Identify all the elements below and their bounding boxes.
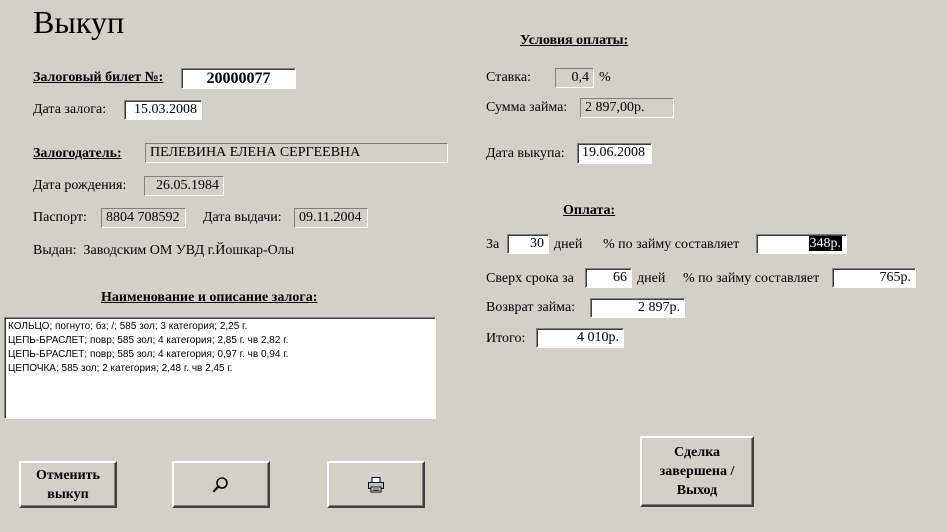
- overdue-days-label: дней: [637, 271, 666, 286]
- item-line: ЦЕПЬ-БРАСЛЕТ; повр; 585 зол; 4 категория…: [8, 349, 289, 360]
- ticket-label: Залоговый билет №:: [33, 70, 164, 85]
- cancel-redeem-button[interactable]: Отменить выкуп: [19, 461, 117, 508]
- redeem-date-label: Дата выкупа:: [486, 146, 565, 161]
- terms-label: Условия оплаты:: [520, 33, 629, 48]
- pledge-date-field[interactable]: 15.03.2008: [124, 100, 202, 120]
- rate-label: Ставка:: [486, 70, 531, 85]
- rate-unit: %: [599, 70, 611, 85]
- items-memo[interactable]: КОЛЬЦО; погнуто; бз; /; 585 зол; 3 катег…: [4, 317, 436, 419]
- loan-label: Сумма займа:: [486, 100, 568, 115]
- issued-by-text: Выдан: Заводским ОМ УВД г.Йошкар-Олы: [33, 243, 295, 258]
- overdue-label: Сверх срока за: [486, 271, 574, 286]
- redeem-date-field[interactable]: 19.06.2008: [577, 143, 652, 164]
- birth-date-field[interactable]: 26.05.1984: [144, 176, 224, 196]
- finish-exit-label: Сделка завершена / Выход: [659, 445, 735, 498]
- ticket-number-field[interactable]: 20000077: [181, 68, 296, 89]
- interest-field[interactable]: 348р.: [756, 234, 847, 254]
- pledger-name-field[interactable]: ПЕЛЕВИНА ЕЛЕНА СЕРГЕЕВНА: [145, 143, 448, 163]
- interest-value: 348р.: [808, 236, 842, 251]
- days-label: дней: [554, 237, 583, 252]
- items-label: Наименование и описание залога:: [101, 290, 318, 305]
- issue-date-label: Дата выдачи:: [203, 210, 282, 225]
- overdue-interest-field[interactable]: 765р.: [832, 268, 916, 288]
- item-line: ЦЕПЬ-БРАСЛЕТ; повр; 585 зол; 4 категория…: [8, 335, 289, 346]
- total-field[interactable]: 4 010р.: [536, 328, 624, 348]
- loan-field[interactable]: 2 897,00р.: [580, 98, 674, 118]
- cancel-redeem-label: Отменить выкуп: [36, 467, 100, 502]
- passport-label: Паспорт:: [33, 210, 87, 225]
- printer-icon: [368, 476, 384, 492]
- item-line: ЦЕПОЧКА; 585 зол; 2 категория; 2,48 г. ч…: [8, 363, 233, 374]
- rate-field[interactable]: 0,4: [555, 68, 594, 88]
- for-label: За: [486, 237, 500, 252]
- search-button[interactable]: [172, 461, 270, 508]
- return-label: Возврат займа:: [486, 300, 576, 315]
- total-label: Итого:: [486, 331, 526, 346]
- item-line: КОЛЬЦО; погнуто; бз; /; 585 зол; 3 катег…: [8, 321, 248, 332]
- passport-field[interactable]: 8804 708592: [101, 208, 186, 228]
- pledger-label: Залогодатель:: [33, 146, 122, 161]
- days-field[interactable]: 30: [507, 234, 549, 254]
- pledge-date-label: Дата залога:: [33, 102, 107, 117]
- overdue-interest-label: % по займу составляет: [683, 271, 820, 286]
- interest-label: % по займу составляет: [603, 237, 740, 252]
- page-title: Выкуп: [33, 4, 125, 40]
- overdue-days-field[interactable]: 66: [585, 268, 632, 288]
- issue-date-field[interactable]: 09.11.2004: [294, 208, 368, 228]
- payment-label: Оплата:: [563, 203, 616, 218]
- print-button[interactable]: [327, 461, 425, 508]
- finish-exit-button[interactable]: Сделка завершена / Выход: [640, 436, 754, 507]
- birth-date-label: Дата рождения:: [33, 178, 127, 193]
- return-field[interactable]: 2 897р.: [590, 298, 685, 318]
- magnifier-icon: [212, 476, 228, 492]
